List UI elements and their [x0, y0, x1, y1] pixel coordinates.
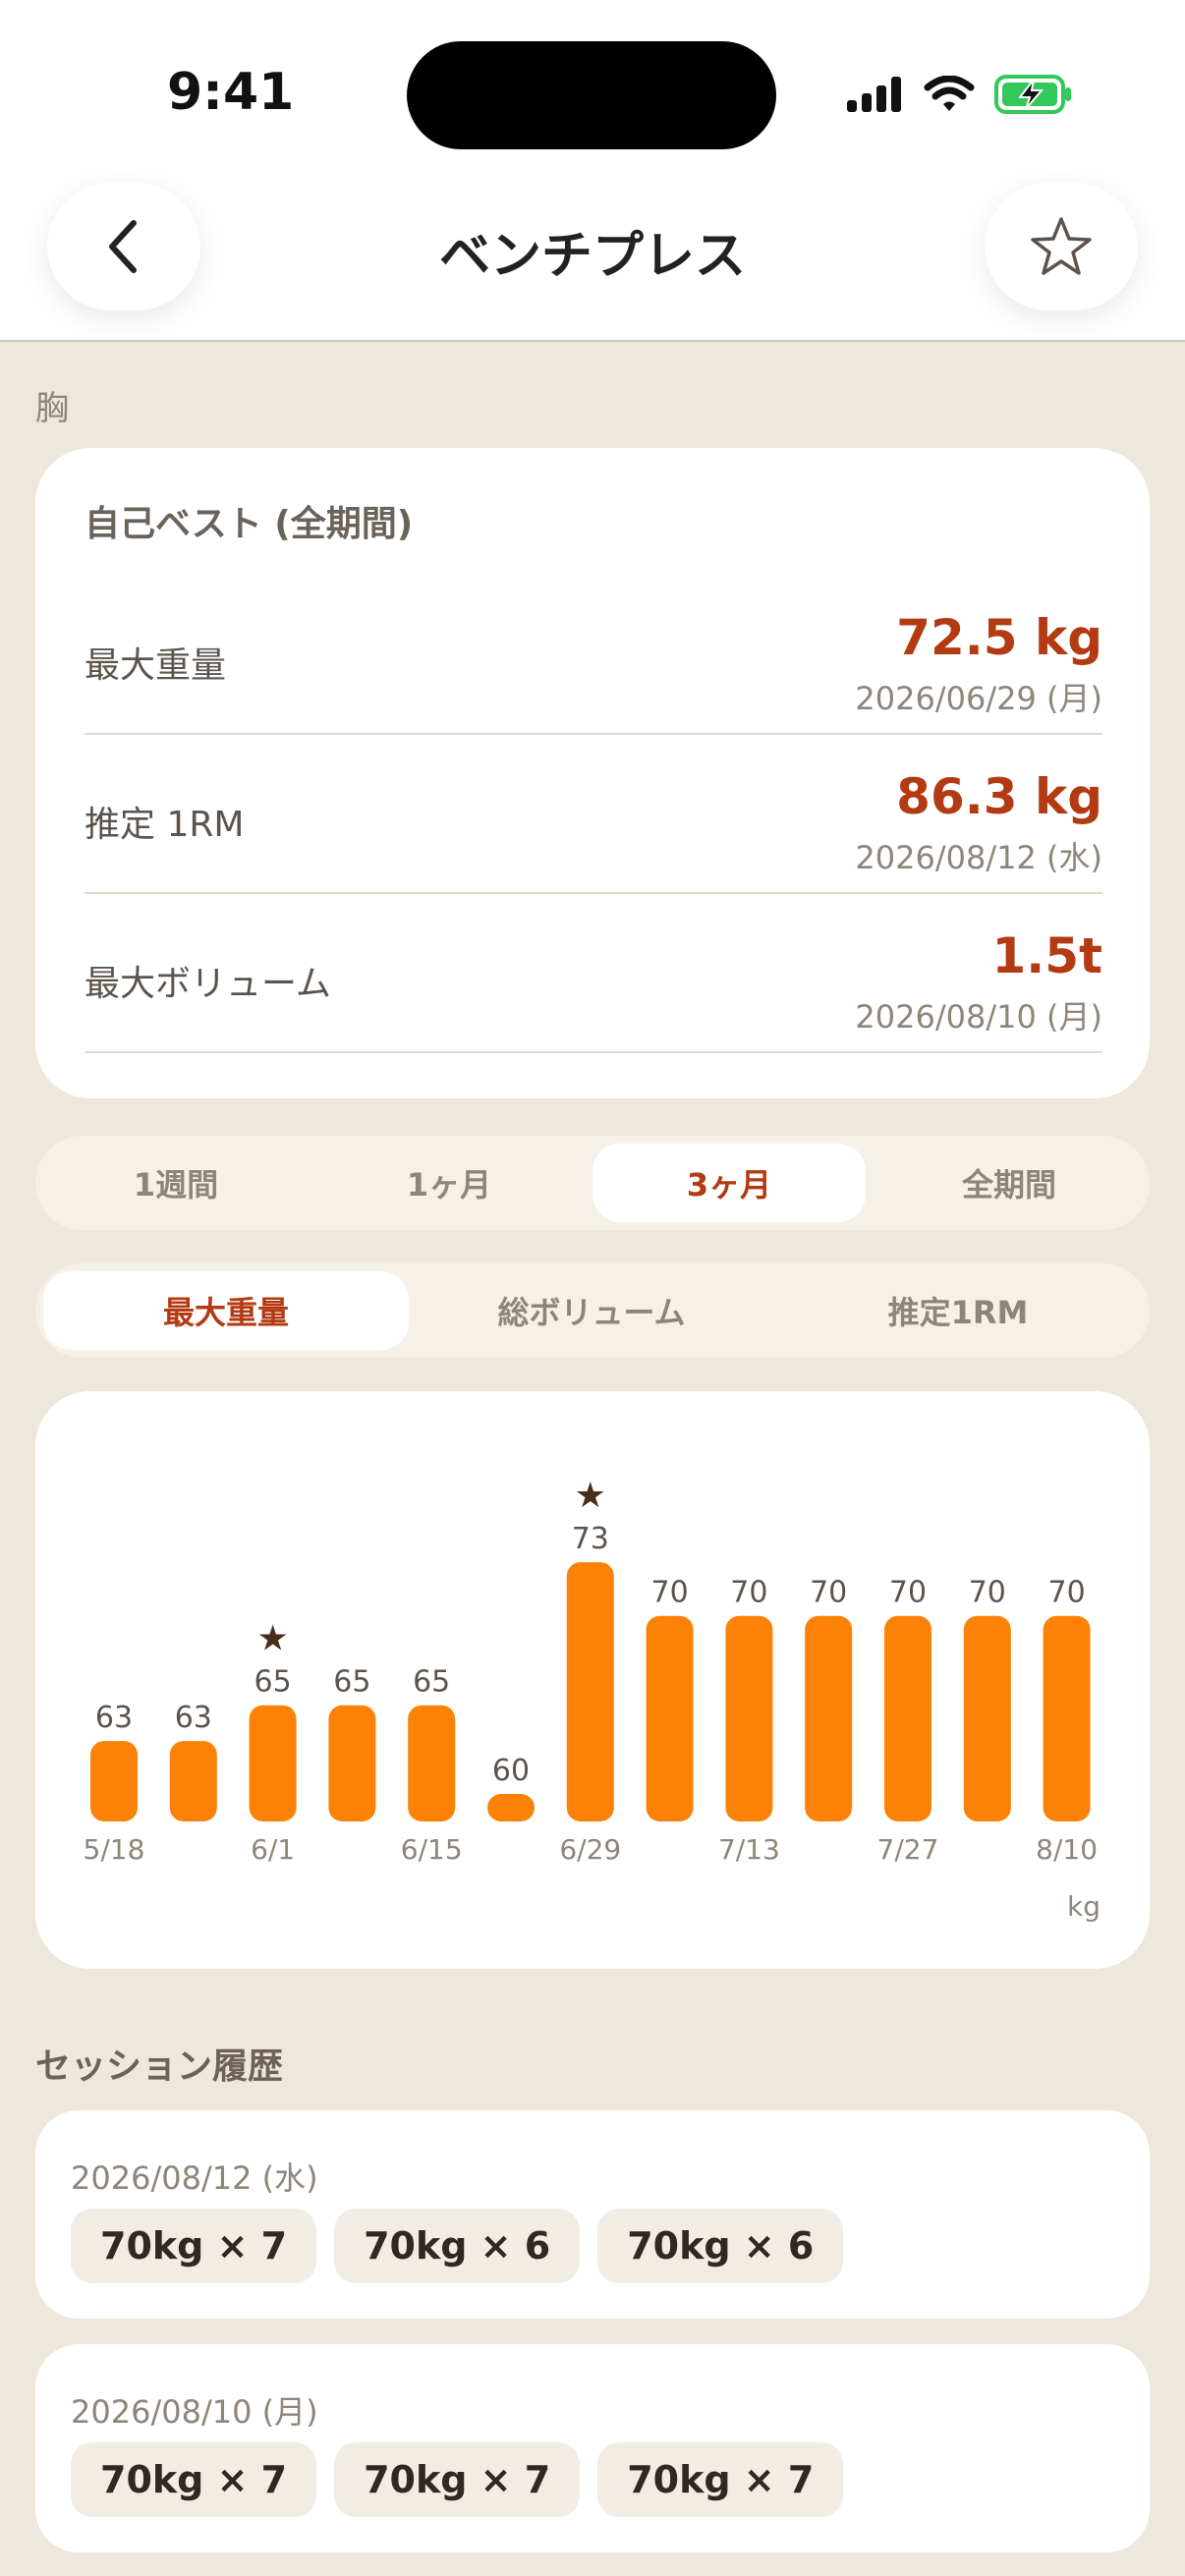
tab-3-months[interactable]: 3ヶ月 — [592, 1144, 866, 1222]
chart-x-tick-label: 7/13 — [718, 1833, 780, 1866]
chart-bar[interactable] — [328, 1705, 376, 1821]
chart-x-tick-label: 6/1 — [251, 1833, 295, 1866]
metric-segmented-control: 最大重量 総ボリューム 推定1RM — [35, 1263, 1150, 1358]
chart-bar[interactable] — [90, 1741, 138, 1821]
chart-bar[interactable] — [805, 1615, 853, 1821]
status-time: 9:41 — [167, 63, 295, 122]
dynamic-island — [407, 41, 776, 149]
chart-unit-label: kg — [1067, 1890, 1100, 1923]
chart-bar[interactable] — [566, 1562, 614, 1821]
chart-bar[interactable] — [408, 1705, 456, 1821]
chart-data-label: 63 — [95, 1701, 133, 1735]
chart-bar[interactable] — [1043, 1615, 1091, 1821]
personal-best-card: 自己ベスト (全期間) 最大重量 72.5 kg 2026/06/29 (月) … — [35, 448, 1150, 1098]
best-row-date: 2026/08/10 (月) — [855, 998, 1102, 1036]
chart-data-label: 60 — [492, 1754, 530, 1788]
chart-data-label: 65 — [413, 1665, 450, 1700]
personal-record-star-icon: ★ — [256, 1619, 288, 1659]
tab-total-volume[interactable]: 総ボリューム — [409, 1271, 774, 1350]
session-card[interactable]: 2026/08/12 (水) 70kg × 7 70kg × 6 70kg × … — [35, 2110, 1150, 2319]
wifi-icon — [924, 76, 975, 111]
best-row-date: 2026/08/12 (水) — [855, 839, 1102, 876]
signal-icon — [847, 77, 901, 112]
tab-max-weight[interactable]: 最大重量 — [43, 1271, 409, 1350]
tab-estimated-1rm[interactable]: 推定1RM — [774, 1271, 1142, 1350]
set-chip-row: 70kg × 7 70kg × 7 70kg × 7 — [71, 2442, 844, 2517]
star-outline-icon — [1031, 217, 1092, 275]
chart-data-label: 73 — [572, 1522, 609, 1556]
chart-data-label: 70 — [1048, 1576, 1086, 1610]
chart-bar[interactable] — [963, 1615, 1011, 1821]
tab-1-week[interactable]: 1週間 — [43, 1144, 309, 1222]
chart-bar[interactable] — [487, 1794, 535, 1821]
set-chip: 70kg × 7 — [597, 2442, 844, 2517]
tab-all-time[interactable]: 全期間 — [876, 1144, 1142, 1222]
chart-bar[interactable] — [646, 1615, 694, 1821]
category-label: 胸 — [35, 389, 69, 428]
favorite-button[interactable] — [985, 183, 1138, 310]
status-icons — [847, 73, 1073, 116]
chart-data-label: 70 — [651, 1576, 689, 1610]
chart-x-tick-label: 7/27 — [877, 1833, 939, 1866]
chart-data-label: 70 — [810, 1576, 847, 1610]
period-segmented-control: 1週間 1ヶ月 3ヶ月 全期間 — [35, 1136, 1150, 1230]
set-chip: 70kg × 6 — [334, 2209, 581, 2283]
best-row-max-volume: 最大ボリューム 1.5t 2026/08/10 (月) — [85, 894, 1102, 1053]
best-row-label: 最大重量 — [85, 645, 227, 686]
best-row-label: 最大ボリューム — [85, 964, 331, 1004]
best-row-date: 2026/06/29 (月) — [855, 680, 1102, 717]
chart-data-label: 65 — [254, 1665, 292, 1700]
chart-x-tick-label: 6/29 — [559, 1833, 621, 1866]
best-row-value: 86.3 kg — [896, 768, 1102, 825]
chart-bar[interactable] — [169, 1741, 217, 1821]
best-row-value: 1.5t — [991, 927, 1102, 984]
chart-bar[interactable] — [725, 1615, 773, 1821]
session-date: 2026/08/10 (月) — [71, 2393, 318, 2431]
best-row-label: 推定 1RM — [85, 805, 245, 845]
set-chip: 70kg × 7 — [71, 2442, 317, 2517]
best-row-value: 72.5 kg — [896, 609, 1102, 666]
personal-best-title: 自己ベスト (全期間) — [85, 504, 414, 544]
set-chip: 70kg × 6 — [597, 2209, 844, 2283]
chart-data-label: 70 — [889, 1576, 927, 1610]
best-row-max-weight: 最大重量 72.5 kg 2026/06/29 (月) — [85, 576, 1102, 735]
chart-x-tick-label: 8/10 — [1036, 1833, 1098, 1866]
chart-data-label: 70 — [730, 1576, 767, 1610]
navigation-header: 9:41 ベンチプレス — [0, 0, 1185, 342]
session-history-title: セッション履歴 — [35, 2046, 284, 2087]
set-chip: 70kg × 7 — [71, 2209, 317, 2283]
chart-x-tick-label: 5/18 — [84, 1833, 145, 1866]
chart-x-tick-label: 6/15 — [401, 1833, 463, 1866]
battery-charging-icon — [994, 75, 1071, 114]
set-chip-row: 70kg × 7 70kg × 6 70kg × 6 — [71, 2209, 844, 2283]
chart-card: 63 5/18 63 65 ★ 6/1 65 65 6/15 60 73 ★ 6/29 70 70 7/13 7… — [35, 1391, 1150, 1969]
personal-record-star-icon: ★ — [575, 1476, 606, 1516]
chart-bar[interactable] — [249, 1705, 297, 1821]
set-chip: 70kg × 7 — [334, 2442, 581, 2517]
session-card[interactable]: 2026/08/10 (月) 70kg × 7 70kg × 7 70kg × … — [35, 2344, 1150, 2552]
chart-data-label: 63 — [175, 1701, 212, 1735]
max-weight-bar-chart: 63 5/18 63 65 ★ 6/1 65 65 6/15 60 73 ★ 6/29 70 70 7/13 7… — [84, 1476, 1100, 1923]
best-row-estimated-1rm: 推定 1RM 86.3 kg 2026/08/12 (水) — [85, 735, 1102, 894]
chart-data-label: 65 — [333, 1665, 370, 1700]
tab-1-month[interactable]: 1ヶ月 — [316, 1144, 582, 1222]
chart-bar[interactable] — [884, 1615, 931, 1821]
chart-data-label: 70 — [969, 1576, 1006, 1610]
session-date: 2026/08/12 (水) — [71, 2159, 318, 2197]
